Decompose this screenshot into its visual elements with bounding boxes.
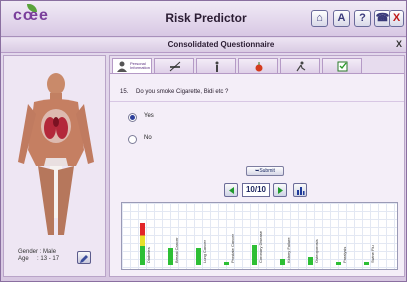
submit-button[interactable]: ➥Submit — [246, 166, 284, 176]
age-value: 13 - 17 — [40, 256, 60, 262]
risk-bar — [224, 262, 229, 265]
risk-chart: Diabetes Breast Cancer Lung Cancer Prostate… — [121, 202, 398, 270]
edit-patient-button[interactable] — [77, 251, 91, 264]
title-bar: cœe Risk Predictor ⌂ A ? ☎ X — [1, 1, 406, 37]
previous-button[interactable] — [224, 183, 238, 197]
human-body-image — [18, 73, 94, 235]
option-no-label: No — [144, 135, 152, 141]
tab-smoking[interactable] — [154, 58, 194, 73]
risk-bar-label: Kidney Failure — [286, 237, 291, 263]
tab-bar: Personal Information — [110, 56, 404, 74]
person-icon — [117, 61, 127, 72]
question-label: Do you smoke Cigarette, Bidi etc ? — [136, 89, 229, 95]
pencil-icon — [80, 255, 88, 263]
app-window: cœe Risk Predictor ⌂ A ? ☎ X Consolidate… — [0, 0, 407, 282]
tab-body[interactable] — [196, 58, 236, 73]
risk-bar — [280, 259, 285, 265]
risk-bar — [252, 245, 257, 265]
question-text: 15. Do you smoke Cigarette, Bidi etc ? — [120, 89, 228, 95]
home-icon: ⌂ — [316, 12, 323, 24]
checklist-icon — [337, 61, 348, 72]
close-button[interactable]: X — [389, 10, 404, 27]
risk-bar — [196, 248, 201, 265]
chart-button[interactable] — [293, 183, 307, 197]
gender-value: Male — [43, 249, 57, 255]
risk-bar-label: Breast Cancer — [174, 237, 179, 263]
question-divider — [110, 101, 404, 102]
tab-diet[interactable] — [238, 58, 278, 73]
next-button[interactable] — [273, 183, 287, 197]
questionnaire-bar: Consolidated Questionnaire X — [1, 38, 406, 53]
help-icon: ? — [359, 12, 366, 24]
app-title: Risk Predictor — [165, 11, 247, 25]
risk-bar — [168, 248, 173, 265]
gender-label: Gender — [18, 249, 39, 255]
patient-panel: Gender : Male Age : 13 - 17 — [3, 55, 106, 277]
standing-figure-icon — [215, 61, 219, 72]
risk-bar — [308, 257, 313, 265]
radio-no[interactable] — [128, 135, 137, 144]
risk-bar-label: Coronary Disease — [258, 230, 263, 263]
no-smoking-icon — [169, 61, 181, 72]
user-icon: A — [337, 12, 346, 24]
risk-bar-label: Diabetes — [146, 247, 151, 263]
close-icon: X — [392, 12, 401, 24]
risk-bar-label: Prostate Cancer — [230, 234, 235, 263]
risk-bar — [336, 262, 341, 265]
tab-summary[interactable] — [322, 58, 362, 73]
user-button[interactable]: A — [333, 10, 350, 27]
risk-bar — [364, 262, 369, 265]
left-arrow-icon — [229, 187, 234, 194]
question-panel: Personal Information 15. Do you smoke Ci… — [109, 55, 405, 277]
option-yes-label: Yes — [144, 113, 154, 119]
tab-exercise[interactable] — [280, 58, 320, 73]
risk-bar-label: Osteoporosis — [314, 239, 319, 263]
risk-bar-label: Swine Flu — [370, 245, 375, 263]
age-label: Age — [18, 256, 29, 262]
tab-personal-information[interactable]: Personal Information — [112, 58, 152, 73]
questionnaire-close-button[interactable]: X — [394, 39, 404, 50]
risk-bar — [140, 223, 145, 265]
radio-yes[interactable] — [128, 113, 137, 122]
phone-icon: ☎ — [375, 12, 390, 24]
home-button[interactable]: ⌂ — [311, 10, 328, 27]
right-arrow-icon — [278, 187, 283, 194]
patient-info: Gender : Male Age : 13 - 17 — [18, 249, 60, 262]
logo: cœe — [13, 4, 53, 31]
questionnaire-title: Consolidated Questionnaire — [167, 40, 275, 49]
submit-label: Submit — [259, 168, 275, 174]
tab-label: Personal Information — [130, 61, 151, 70]
risk-bar-label: Paralysis — [342, 246, 347, 263]
runner-icon — [296, 61, 306, 72]
food-icon — [255, 62, 263, 72]
question-number: 15. — [120, 89, 129, 95]
bar-chart-icon — [297, 187, 305, 195]
page-indicator: 10/10 — [242, 183, 270, 197]
help-button[interactable]: ? — [354, 10, 371, 27]
risk-bar-label: Lung Cancer — [202, 240, 207, 263]
